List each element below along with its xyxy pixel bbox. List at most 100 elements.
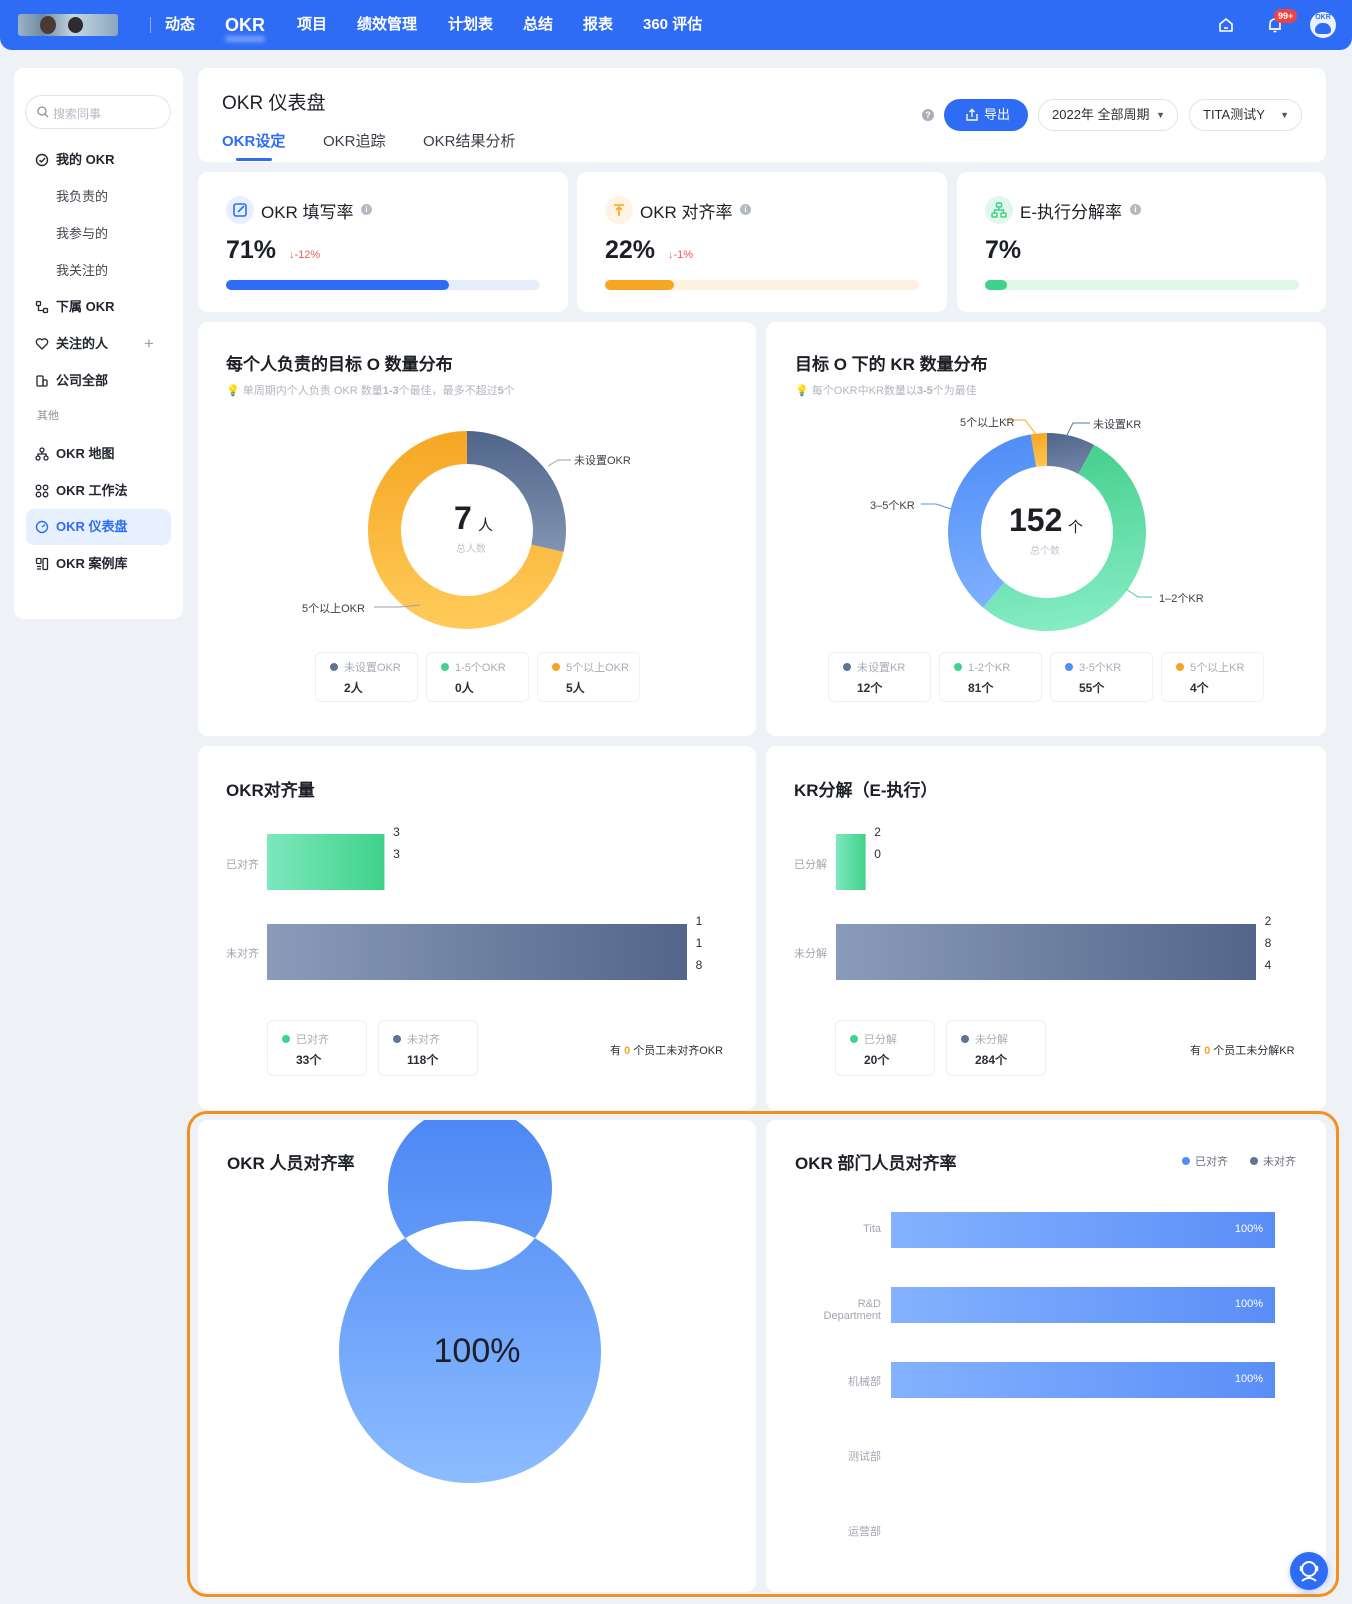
legend-name: 未设置KR [857, 662, 906, 674]
legend-dot [441, 663, 449, 671]
tab-okr-result-analysis[interactable]: OKR结果分析 [423, 130, 516, 151]
nav-item-360-review[interactable]: 360 评估 [643, 0, 702, 50]
donut-center-unit: 人 [478, 517, 494, 534]
sidebar-item-label: OKR 案例库 [56, 556, 128, 571]
donut-center-unit: 个 [1068, 519, 1084, 536]
kr-distribution-card: 目标 O 下的 KR 数量分布 💡 每个OKR中KR数量以3-5个为最佳 5个以… [766, 322, 1326, 736]
org-map-icon [35, 447, 49, 461]
kpi-progress-fill [985, 280, 1007, 290]
user-avatar[interactable]: OKR [1310, 12, 1336, 38]
slice-label-none: 未设置OKR [574, 455, 631, 467]
bar-value-digit: 2 [874, 825, 881, 839]
donut-center-sub: 总人数 [456, 544, 486, 555]
legend-box-unaligned: 未对齐 118个 [378, 1020, 478, 1076]
bar-0[interactable] [836, 834, 866, 890]
sidebar-item-okr-dashboard[interactable]: OKR 仪表盘 [26, 509, 171, 545]
nav-item-feed[interactable]: 动态 [165, 0, 195, 50]
bar-1[interactable] [267, 924, 687, 980]
note-count: 0 [1204, 1045, 1211, 1057]
kpi-card-alignment-rate: OKR 对齐率 i 22% ↓-1% [577, 172, 947, 312]
bar-1[interactable] [836, 924, 1256, 980]
legend-dot [552, 663, 560, 671]
sidebar-item-okr-cases[interactable]: OKR 案例库 [14, 546, 183, 582]
legend-name: 已对齐 [296, 1034, 329, 1046]
home-icon[interactable] [1217, 16, 1235, 34]
bar-value-digit: 8 [1264, 936, 1272, 950]
legend-name: 未设置OKR [344, 662, 401, 674]
export-button[interactable]: 导出 [944, 99, 1028, 131]
sidebar-item-okr-method[interactable]: OKR 工作法 [14, 473, 183, 509]
kpi-delta: ↓-1% [668, 249, 694, 261]
leader-line [547, 459, 571, 467]
sidebar-item-company[interactable]: 公司全部 [14, 363, 183, 399]
grid-icon [35, 484, 49, 498]
support-chat-button[interactable] [1290, 1552, 1328, 1590]
sidebar-item-following-people[interactable]: 关注的人 + [14, 326, 183, 362]
bar-value-digit: 1 [695, 936, 703, 950]
info-icon[interactable]: i [361, 204, 372, 215]
dashboard-gauge-icon [35, 520, 49, 534]
legend-name: 未对齐 [407, 1034, 440, 1046]
target-icon [35, 153, 49, 167]
nav-item-performance[interactable]: 绩效管理 [357, 0, 417, 50]
bar-0[interactable] [267, 834, 385, 890]
note-text: 个员工未分解KR [1213, 1045, 1295, 1057]
search-input[interactable]: 搜索同事 [25, 95, 171, 129]
sidebar-item-okr-map[interactable]: OKR 地图 [14, 436, 183, 472]
export-icon [966, 108, 978, 121]
kpi-progress-track [985, 280, 1299, 290]
sidebar-item-label: 我关注的 [56, 263, 109, 278]
page-title: OKR 仪表盘 [222, 93, 326, 114]
legend-name: 1-2个KR [968, 662, 1011, 674]
legend-name: 1-5个OKR [455, 662, 506, 674]
legend-value: 0人 [455, 681, 474, 695]
sidebar-item-my-okr[interactable]: 我的 OKR [14, 142, 183, 178]
kpi-progress-track [605, 280, 919, 290]
caret-down-icon: ▼ [1280, 110, 1289, 120]
leader-line [921, 503, 952, 510]
help-icon[interactable]: ? [922, 109, 934, 121]
slice-label-3to5: 3–5个KR [870, 500, 915, 512]
legend-box-none: 未设置OKR 2人 [315, 652, 418, 702]
nav-item-okr[interactable]: OKR [225, 0, 265, 50]
bar-value-digit: 3 [393, 847, 400, 861]
period-select[interactable]: 2022年 全部周期 ▼ [1038, 99, 1178, 131]
building-icon [36, 375, 48, 387]
tab-okr-setting[interactable]: OKR设定 [222, 130, 285, 151]
bar-value-digit: 2 [1264, 914, 1272, 928]
add-icon[interactable]: + [144, 326, 154, 362]
sidebar-item-my-following[interactable]: 我关注的 [14, 253, 183, 289]
sidebar-item-label: 公司全部 [56, 373, 109, 388]
nav-item-projects[interactable]: 项目 [297, 0, 327, 50]
sidebar-item-label: OKR 仪表盘 [56, 519, 128, 534]
caret-down-icon: ▼ [1156, 110, 1165, 120]
slice-label-5plus: 5个以上KR [960, 417, 1015, 429]
kpi-value: 7% [985, 236, 1022, 264]
kpi-progress-fill [605, 280, 675, 290]
sidebar-item-my-participating[interactable]: 我参与的 [14, 216, 183, 252]
legend-name: 3-5个KR [1079, 662, 1122, 674]
team-select[interactable]: TITA测试Y ▼ [1189, 99, 1302, 131]
info-icon[interactable]: i [740, 204, 751, 215]
kpi-title: E-执行分解率 [1020, 203, 1122, 222]
legend-value: 81个 [968, 681, 994, 695]
sidebar-item-subordinate-okr[interactable]: 下属 OKR [14, 289, 183, 325]
nav-item-summary[interactable]: 总结 [523, 0, 553, 50]
kpi-title: OKR 填写率 [261, 203, 354, 222]
legend-box-broken-down: 已分解 20个 [835, 1020, 935, 1076]
nav-item-reports[interactable]: 报表 [583, 0, 613, 50]
legend-box-1to2: 1-2个KR 81个 [939, 652, 1042, 702]
legend-value: 12个 [857, 681, 883, 695]
kpi-value: 71% [226, 236, 277, 264]
sidebar-item-label: OKR 工作法 [56, 483, 128, 498]
brand-logo-image[interactable] [18, 14, 118, 36]
nav-item-plans[interactable]: 计划表 [448, 0, 493, 50]
legend-value: 33个 [296, 1053, 322, 1067]
nav-divider [150, 17, 151, 33]
leader-line [1065, 422, 1090, 438]
tab-okr-tracking[interactable]: OKR追踪 [323, 130, 386, 151]
sidebar-item-my-responsible[interactable]: 我负责的 [14, 179, 183, 215]
legend-dot [1065, 663, 1073, 671]
info-icon[interactable]: i [1130, 204, 1141, 215]
leader-line [1125, 588, 1152, 598]
